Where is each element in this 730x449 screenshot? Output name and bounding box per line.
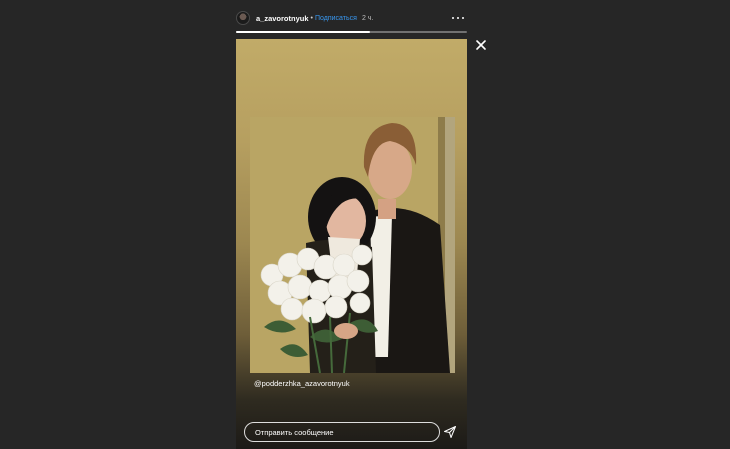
story-progress-bar: [236, 31, 467, 33]
story-progress-fill: [236, 31, 370, 33]
mention-link[interactable]: @podderzhka_azavorotnyuk: [254, 379, 350, 388]
reply-input[interactable]: Отправить сообщение: [244, 422, 440, 442]
avatar[interactable]: [236, 11, 250, 25]
story-content[interactable]: @podderzhka_azavorotnyuk Отправить сообщ…: [236, 39, 467, 449]
separator-dot: •: [310, 14, 313, 22]
more-options-icon[interactable]: [452, 13, 464, 23]
story-header: a_zavorotnyuk • Подписаться 2 ч.: [236, 9, 468, 27]
story-photo: [250, 117, 455, 373]
close-icon[interactable]: [474, 38, 488, 52]
send-icon[interactable]: [443, 425, 457, 439]
follow-button[interactable]: Подписаться: [315, 15, 357, 22]
reply-placeholder: Отправить сообщение: [255, 427, 334, 437]
username-link[interactable]: a_zavorotnyuk: [256, 14, 309, 23]
post-time: 2 ч.: [361, 14, 374, 22]
couple-photo-illustration: [250, 117, 455, 373]
